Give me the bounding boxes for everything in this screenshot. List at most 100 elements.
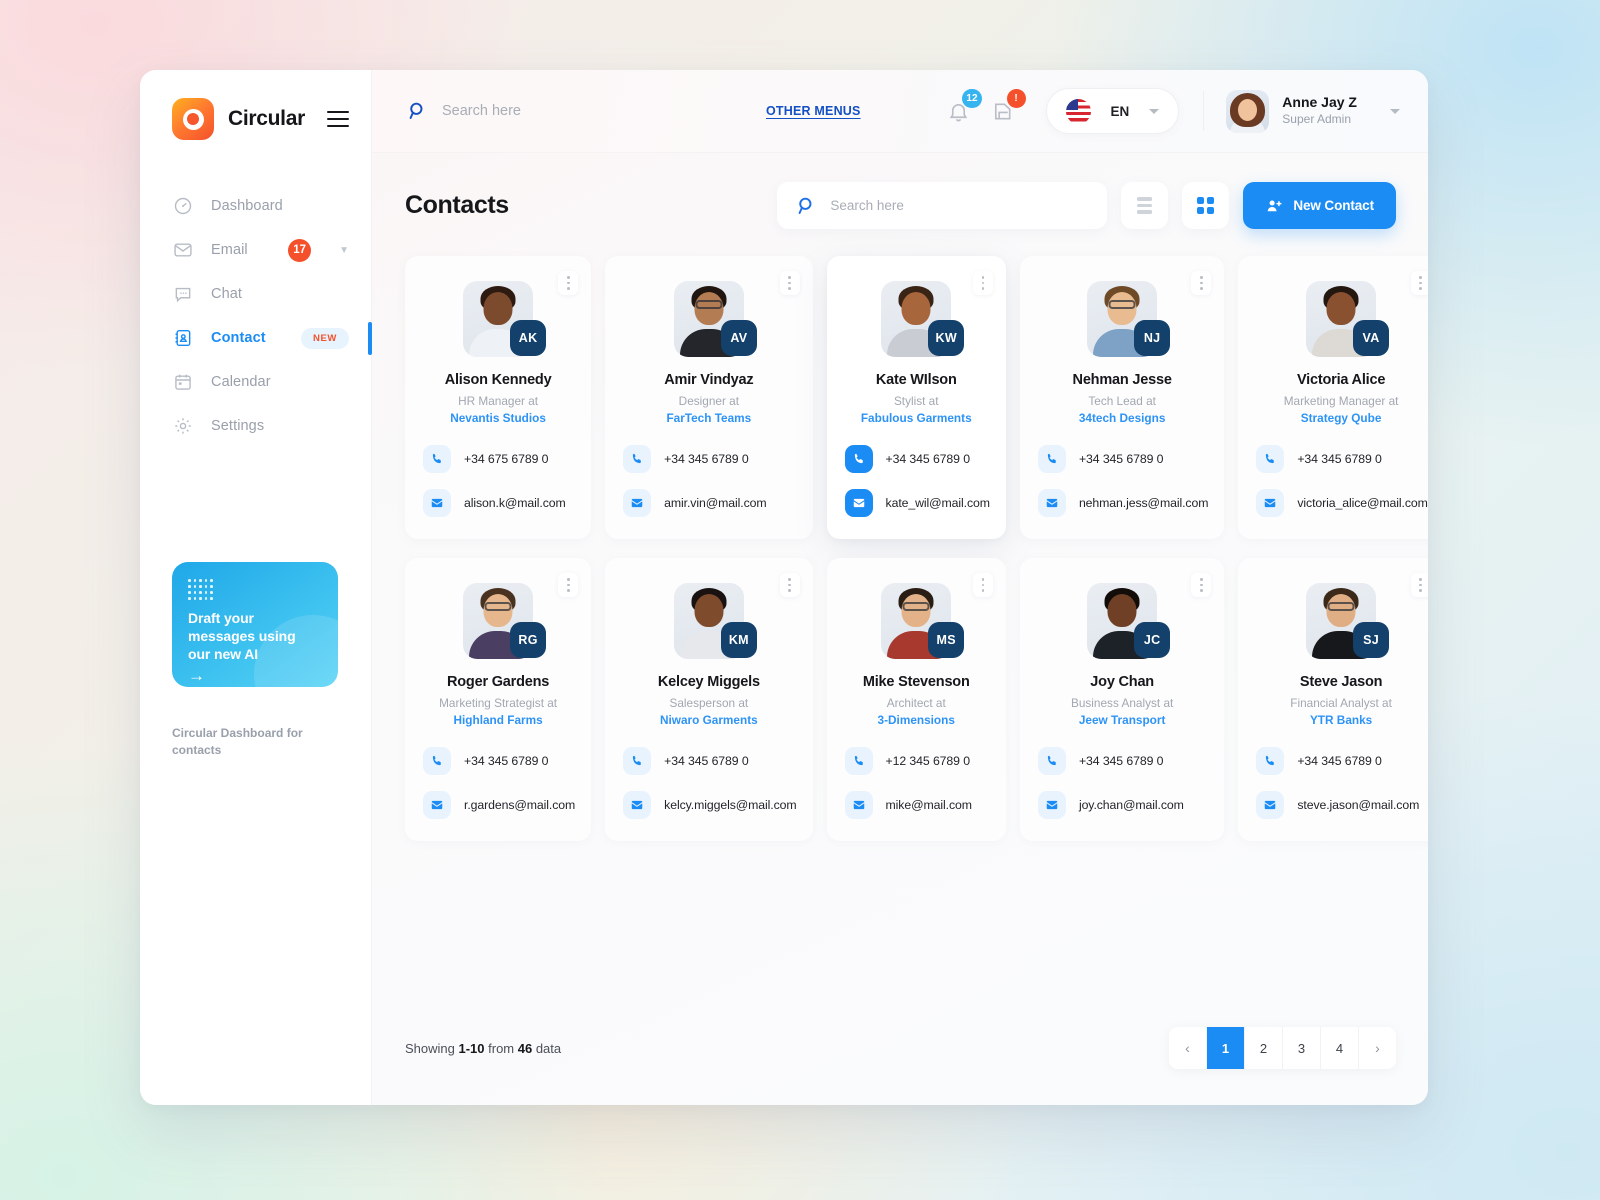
add-user-icon [1265, 197, 1283, 215]
promo-line-3: our new AI [188, 645, 259, 662]
contact-organization[interactable]: Highland Farms [421, 713, 575, 727]
contact-name: Kelcey Miggels [657, 674, 760, 690]
sidebar-item-contact[interactable]: Contact NEW [140, 316, 372, 360]
next-page-button[interactable]: › [1359, 1027, 1396, 1069]
contact-card[interactable]: NJ Nehman Jesse Tech Lead at 34tech Desi… [1019, 256, 1225, 539]
card-menu-icon[interactable] [558, 573, 579, 597]
contact-phone-row[interactable]: +34 345 6789 0 [1036, 445, 1208, 473]
contact-initials: RG [510, 622, 547, 658]
card-menu-icon[interactable] [1410, 271, 1428, 295]
contact-avatar: NJ [1087, 281, 1171, 357]
contact-card[interactable]: KM Kelcey Miggels Salesperson at Niwaro … [605, 558, 813, 841]
card-menu-icon[interactable] [1410, 573, 1428, 597]
contact-organization[interactable]: Niwaro Garments [621, 713, 796, 727]
contact-card[interactable]: KW Kate WIlson Stylist at Fabulous Garme… [826, 256, 1006, 539]
contact-phone-row[interactable]: +34 345 6789 0 [1254, 747, 1427, 775]
contact-card[interactable]: AK Alison Kennedy HR Manager at Nevantis… [405, 256, 592, 539]
sidebar-item-email[interactable]: Email 17 ▼ [140, 228, 371, 272]
contact-email-row[interactable]: mike@mail.com [843, 791, 990, 819]
page-button[interactable]: 1 [1207, 1027, 1244, 1069]
new-contact-button[interactable]: New Contact [1243, 182, 1396, 229]
notifications-button[interactable]: 12 [942, 89, 982, 128]
global-search-input[interactable] [442, 103, 736, 119]
ai-promo-card[interactable]: Draft your messages using our new AI → [172, 562, 338, 687]
contact-phone-row[interactable]: +34 345 6789 0 [1254, 445, 1427, 473]
showing-suffix: data [532, 1040, 562, 1056]
contact-phone-row[interactable]: +34 345 6789 0 [843, 445, 990, 473]
contact-phone-row[interactable]: +34 345 6789 0 [621, 747, 796, 775]
page-button[interactable]: 2 [1245, 1027, 1282, 1069]
page-button[interactable]: 4 [1321, 1027, 1358, 1069]
contact-organization[interactable]: FarTech Teams [621, 411, 796, 425]
arrow-right-icon[interactable]: → [188, 666, 322, 686]
contact-email-row[interactable]: alison.k@mail.com [421, 489, 575, 517]
card-menu-icon[interactable] [558, 271, 579, 295]
divider [1203, 91, 1205, 131]
inbox-button[interactable]: ! [986, 89, 1026, 128]
contact-email-row[interactable]: steve.jason@mail.com [1254, 791, 1427, 819]
contact-email-row[interactable]: nehman.jess@mail.com [1036, 489, 1208, 517]
contact-avatar: RG [463, 583, 547, 659]
card-menu-icon[interactable] [972, 271, 993, 295]
prev-page-button[interactable]: ‹ [1169, 1027, 1206, 1069]
contact-card[interactable]: SJ Steve Jason Financial Analyst at YTR … [1238, 558, 1428, 841]
contact-organization[interactable]: 34tech Designs [1036, 411, 1208, 425]
contact-email-row[interactable]: joy.chan@mail.com [1036, 791, 1208, 819]
contact-phone-row[interactable]: +34 345 6789 0 [621, 445, 796, 473]
contact-phone-row[interactable]: +34 345 6789 0 [421, 747, 575, 775]
contact-phone-row[interactable]: +34 345 6789 0 [1036, 747, 1208, 775]
other-menus-link[interactable]: OTHER MENUS [766, 104, 861, 118]
notification-badge: 12 [962, 89, 982, 108]
contact-organization[interactable]: 3-Dimensions [843, 713, 990, 727]
gauge-icon [173, 196, 193, 216]
contact-email-row[interactable]: r.gardens@mail.com [421, 791, 575, 819]
contact-organization[interactable]: Nevantis Studios [421, 411, 575, 425]
calendar-icon [173, 372, 193, 392]
contact-organization[interactable]: YTR Banks [1254, 713, 1427, 727]
card-menu-icon[interactable] [1191, 271, 1212, 295]
search-icon [406, 100, 428, 122]
contact-card[interactable]: AV Amir Vindyaz Designer at FarTech Team… [605, 256, 813, 539]
mail-icon [423, 791, 451, 819]
contact-avatar: JC [1087, 583, 1171, 659]
contact-card[interactable]: VA Victoria Alice Marketing Manager at S… [1238, 256, 1428, 539]
contact-phone-row[interactable]: +12 345 6789 0 [843, 747, 990, 775]
contact-organization[interactable]: Strategy Qube [1254, 411, 1427, 425]
user-profile-menu[interactable]: Anne Jay Z Super Admin [1226, 89, 1400, 133]
contact-email-row[interactable]: kate_wil@mail.com [843, 489, 990, 517]
hamburger-menu-icon[interactable] [327, 111, 349, 127]
contact-card[interactable]: JC Joy Chan Business Analyst at Jeew Tra… [1019, 558, 1225, 841]
global-search[interactable] [406, 100, 736, 122]
contact-card[interactable]: MS Mike Stevenson Architect at 3-Dimensi… [826, 558, 1006, 841]
chevron-down-icon[interactable]: ▼ [339, 245, 349, 256]
card-menu-icon[interactable] [972, 573, 993, 597]
chevron-down-icon[interactable] [1390, 108, 1400, 114]
sidebar-item-chat[interactable]: Chat [140, 272, 371, 316]
topbar-right: 12 ! EN Anne Jay Z Super Admin [932, 88, 1400, 134]
envelope-icon [173, 240, 193, 260]
contact-email-row[interactable]: victoria_alice@mail.com [1254, 489, 1428, 517]
contact-phone-row[interactable]: +34 675 6789 0 [421, 445, 575, 473]
contact-organization[interactable]: Fabulous Garments [843, 411, 990, 425]
sidebar-item-settings[interactable]: Settings [140, 404, 371, 448]
phone-icon [423, 747, 451, 775]
contacts-search[interactable] [777, 182, 1108, 229]
mail-icon [844, 489, 873, 517]
contact-organization[interactable]: Jeew Transport [1036, 713, 1208, 727]
contact-avatar: MS [881, 583, 965, 659]
sidebar-item-calendar[interactable]: Calendar [140, 360, 371, 404]
grid-view-button[interactable] [1182, 182, 1230, 229]
page-button[interactable]: 3 [1283, 1027, 1320, 1069]
card-menu-icon[interactable] [779, 271, 800, 295]
card-menu-icon[interactable] [1191, 573, 1212, 597]
contacts-search-input[interactable] [830, 198, 1090, 213]
card-menu-icon[interactable] [779, 573, 800, 597]
language-selector[interactable]: EN [1045, 88, 1180, 134]
contact-email: kelcy.miggels@mail.com [664, 798, 797, 812]
mail-icon [1256, 489, 1285, 517]
contact-email-row[interactable]: amir.vin@mail.com [621, 489, 796, 517]
contact-card[interactable]: RG Roger Gardens Marketing Strategist at… [405, 558, 592, 841]
sidebar-item-dashboard[interactable]: Dashboard [140, 184, 371, 228]
list-view-button[interactable] [1121, 182, 1169, 229]
contact-email-row[interactable]: kelcy.miggels@mail.com [621, 791, 797, 819]
